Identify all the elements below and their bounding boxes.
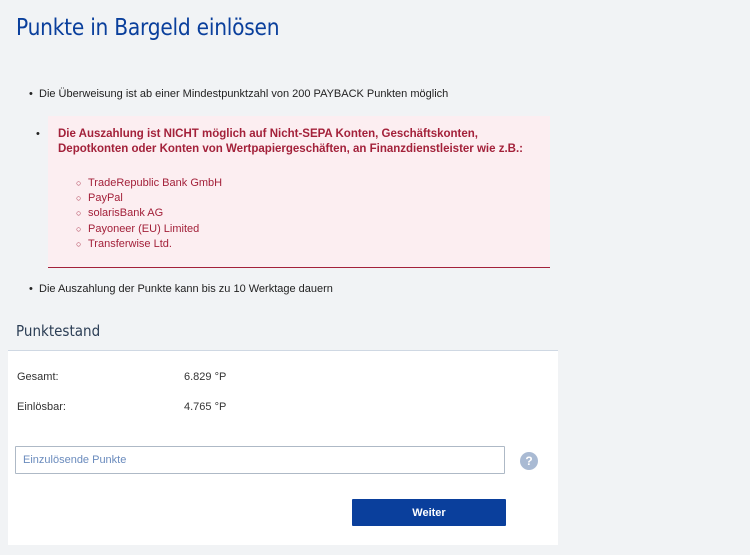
- excluded-providers-list: ○ TradeRepublic Bank GmbH ○ PayPal ○ solari…: [76, 176, 222, 252]
- bullet-icon: •: [36, 128, 40, 140]
- list-item: ○ Transferwise Ltd.: [76, 237, 222, 252]
- sepa-warning-heading: Die Auszahlung ist NICHT möglich auf Nic…: [58, 128, 523, 155]
- minimum-points-note: • Die Überweisung ist ab einer Mindestpu…: [29, 88, 449, 100]
- circle-bullet-icon: ○: [76, 223, 82, 234]
- points-balance-panel: Gesamt: 6.829 °P Einlösbar: 4.765 °P ? W…: [8, 350, 558, 545]
- total-points-label: Gesamt:: [17, 371, 59, 383]
- circle-bullet-icon: ○: [76, 238, 82, 249]
- page-title: Punkte in Bargeld einlösen: [16, 15, 280, 41]
- circle-bullet-icon: ○: [76, 178, 82, 188]
- redeemable-points-value: 4.765 °P: [184, 401, 227, 413]
- payout-duration-note: • Die Auszahlung der Punkte kann bis zu …: [29, 283, 333, 295]
- circle-bullet-icon: ○: [76, 193, 82, 204]
- bullet-icon: •: [29, 88, 33, 100]
- payout-duration-text: Die Auszahlung der Punkte kann bis zu 10…: [39, 283, 333, 295]
- list-item: ○ solarisBank AG: [76, 206, 222, 221]
- list-item: ○ PayPal: [76, 191, 222, 206]
- list-item: ○ TradeRepublic Bank GmbH: [76, 176, 222, 191]
- continue-button[interactable]: Weiter: [352, 499, 506, 526]
- circle-bullet-icon: ○: [76, 208, 82, 219]
- sepa-warning-box: Die Auszahlung ist NICHT möglich auf Nic…: [48, 116, 550, 268]
- points-balance-title: Punktestand: [16, 322, 101, 340]
- list-item: ○ Payoneer (EU) Limited: [76, 222, 222, 237]
- help-question-icon[interactable]: ?: [520, 452, 538, 470]
- redeemable-points-label: Einlösbar:: [17, 401, 66, 413]
- points-to-redeem-input[interactable]: [15, 446, 505, 474]
- bullet-icon: •: [29, 283, 33, 295]
- minimum-points-text: Die Überweisung ist ab einer Mindestpunk…: [39, 88, 449, 100]
- total-points-value: 6.829 °P: [184, 371, 227, 383]
